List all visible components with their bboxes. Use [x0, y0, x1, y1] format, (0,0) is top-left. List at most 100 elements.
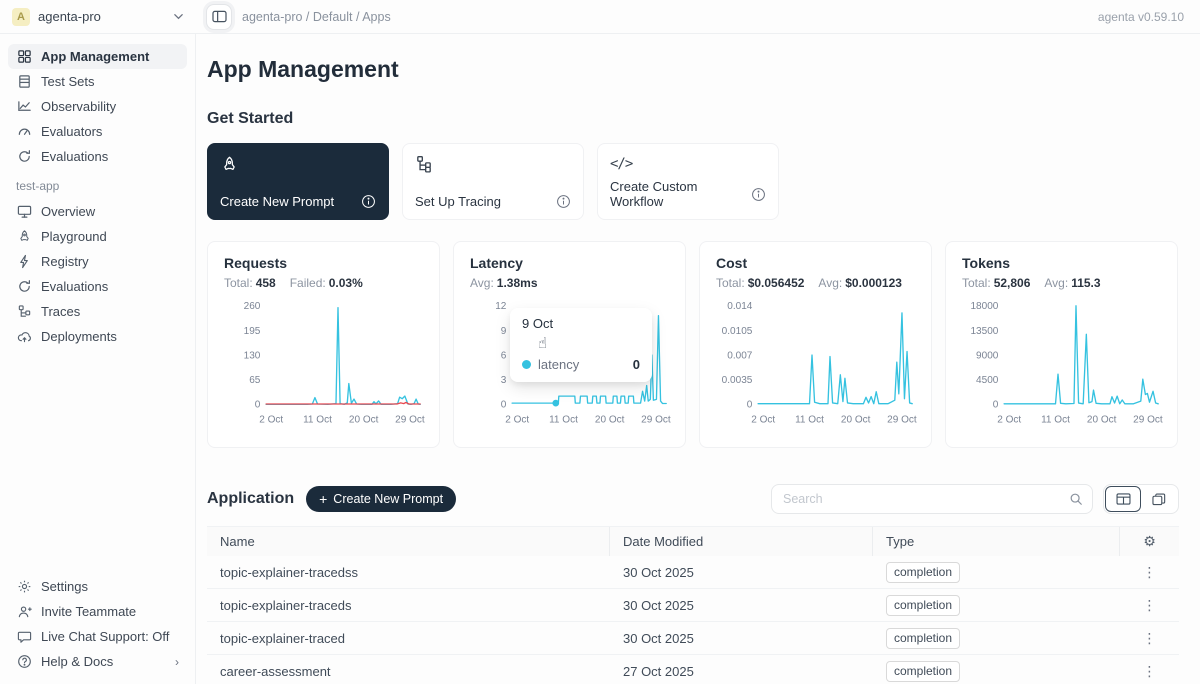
observability-icon [16, 99, 32, 115]
view-toggle [1103, 484, 1179, 514]
card-view-button[interactable] [1141, 486, 1177, 512]
sidebar-footer: Settings Invite Teammate Live Chat Suppo… [8, 574, 187, 674]
help-icon [16, 654, 32, 670]
requests-card: Requests Total:458 Failed:0.03% 06513019… [207, 241, 440, 448]
svg-text:2 Oct: 2 Oct [505, 415, 529, 426]
sidebar-item-registry[interactable]: Registry [8, 249, 187, 274]
row-menu-icon[interactable]: ⋮ [1137, 564, 1163, 581]
chevron-down-icon [173, 11, 184, 22]
sidebar-item-deployments[interactable]: Deployments [8, 324, 187, 349]
sidebar-item-help-docs[interactable]: Help & Docs › [8, 649, 187, 674]
set-up-tracing-card[interactable]: Set Up Tracing [402, 143, 584, 220]
grid-icon [16, 49, 32, 65]
workspace-selector[interactable]: A agenta-pro [0, 8, 196, 26]
sidebar-item-app-management[interactable]: App Management [8, 44, 187, 69]
table-view-icon [1116, 493, 1131, 505]
svg-text:0: 0 [255, 400, 261, 411]
metric-stat: Total:52,806 [962, 276, 1030, 290]
row-name: topic-explainer-traceds [207, 598, 610, 613]
row-date: 30 Oct 2025 [610, 565, 873, 580]
tokens-chart: 04500900013500180002 Oct11 Oct20 Oct29 O… [962, 296, 1163, 440]
sidebar-item-evaluations-app[interactable]: Evaluations [8, 274, 187, 299]
header-type: Type [873, 527, 1120, 556]
monitor-icon [16, 204, 32, 220]
sidebar-item-label: Deployments [41, 329, 117, 344]
svg-text:11 Oct: 11 Oct [1041, 415, 1070, 426]
row-menu-icon[interactable]: ⋮ [1137, 630, 1163, 647]
svg-text:2 Oct: 2 Oct [259, 415, 283, 426]
column-settings-icon[interactable]: ⚙ [1143, 533, 1156, 550]
svg-text:0.014: 0.014 [727, 301, 753, 312]
app-version: agenta v0.59.10 [1098, 10, 1200, 24]
sidebar-section-label: test-app [8, 169, 187, 199]
table-view-button[interactable] [1105, 486, 1141, 512]
info-icon[interactable] [361, 194, 376, 209]
metric-stat: Avg:$0.000123 [818, 276, 902, 290]
info-icon[interactable] [751, 187, 766, 202]
create-new-prompt-button[interactable]: + Create New Prompt [306, 486, 456, 512]
sidebar-item-playground[interactable]: Playground [8, 224, 187, 249]
sidebar-item-label: Playground [41, 229, 107, 244]
search-icon[interactable] [1069, 492, 1083, 506]
sidebar-item-overview[interactable]: Overview [8, 199, 187, 224]
plus-icon: + [319, 491, 327, 507]
sidebar-item-evaluators[interactable]: Evaluators [8, 119, 187, 144]
requests-chart: 0651301952602 Oct11 Oct20 Oct29 Oct [224, 296, 425, 440]
row-menu-icon[interactable]: ⋮ [1137, 663, 1163, 680]
sidebar-item-test-sets[interactable]: Test Sets [8, 69, 187, 94]
card-label: Set Up Tracing [415, 194, 501, 209]
workspace-avatar: A [12, 8, 30, 26]
tooltip-value: 0 [633, 357, 640, 372]
create-new-prompt-card[interactable]: Create New Prompt [207, 143, 389, 220]
get-started-title: Get Started [207, 110, 1179, 128]
metric-stat: Total:458 [224, 276, 276, 290]
sidebar-item-label: Evaluations [41, 279, 108, 294]
sidebar-item-label: Traces [41, 304, 80, 319]
sidebar-item-evaluations[interactable]: Evaluations [8, 144, 187, 169]
sidebar-collapse-button[interactable] [206, 4, 232, 30]
sidebar-item-traces[interactable]: Traces [8, 299, 187, 324]
sidebar-item-label: Live Chat Support: Off [41, 629, 169, 644]
create-custom-workflow-card[interactable]: </> Create Custom Workflow [597, 143, 779, 220]
metric-cards: Requests Total:458 Failed:0.03% 06513019… [207, 241, 1179, 448]
refresh-icon [16, 279, 32, 295]
table-row[interactable]: topic-explainer-traced 30 Oct 2025 compl… [207, 622, 1179, 655]
top-bar: A agenta-pro agenta-pro / Default / Apps… [0, 0, 1200, 34]
tree-icon [16, 304, 32, 320]
sidebar-item-label: Test Sets [41, 74, 94, 89]
svg-text:20 Oct: 20 Oct [841, 415, 871, 426]
table-row[interactable]: topic-explainer-tracedss 30 Oct 2025 com… [207, 556, 1179, 589]
type-badge: completion [886, 628, 960, 649]
card-label: Create Custom Workflow [610, 179, 751, 209]
sidebar-item-label: Evaluations [41, 149, 108, 164]
svg-text:0.007: 0.007 [727, 350, 753, 361]
breadcrumb[interactable]: agenta-pro / Default / Apps [242, 10, 391, 24]
series-dot [522, 360, 531, 369]
svg-text:20 Oct: 20 Oct [349, 415, 379, 426]
row-date: 27 Oct 2025 [610, 664, 873, 679]
sidebar: App Management Test Sets Observability E… [0, 34, 196, 684]
type-badge: completion [886, 595, 960, 616]
panel-left-icon [212, 10, 227, 23]
table-row[interactable]: career-assessment 27 Oct 2025 completion… [207, 655, 1179, 684]
table-row[interactable]: topic-explainer-traceds 30 Oct 2025 comp… [207, 589, 1179, 622]
row-menu-icon[interactable]: ⋮ [1137, 597, 1163, 614]
row-name: career-assessment [207, 664, 610, 679]
search-input[interactable] [783, 492, 1069, 506]
sidebar-item-settings[interactable]: Settings [8, 574, 187, 599]
application-header: Application + Create New Prompt [207, 484, 1179, 514]
type-badge: completion [886, 562, 960, 583]
sidebar-item-invite-teammate[interactable]: Invite Teammate [8, 599, 187, 624]
svg-text:260: 260 [244, 301, 261, 312]
sidebar-item-live-chat[interactable]: Live Chat Support: Off [8, 624, 187, 649]
info-icon[interactable] [556, 194, 571, 209]
type-badge: completion [886, 661, 960, 682]
cost-chart: 00.00350.0070.01050.0142 Oct11 Oct20 Oct… [716, 296, 917, 440]
sidebar-item-observability[interactable]: Observability [8, 94, 187, 119]
sidebar-item-label: Help & Docs [41, 654, 113, 669]
cost-card: Cost Total:$0.056452 Avg:$0.000123 00.00… [699, 241, 932, 448]
cursor-icon: ☝ [538, 334, 547, 352]
row-date: 30 Oct 2025 [610, 598, 873, 613]
testsets-icon [16, 74, 32, 90]
sidebar-item-label: Settings [41, 579, 88, 594]
